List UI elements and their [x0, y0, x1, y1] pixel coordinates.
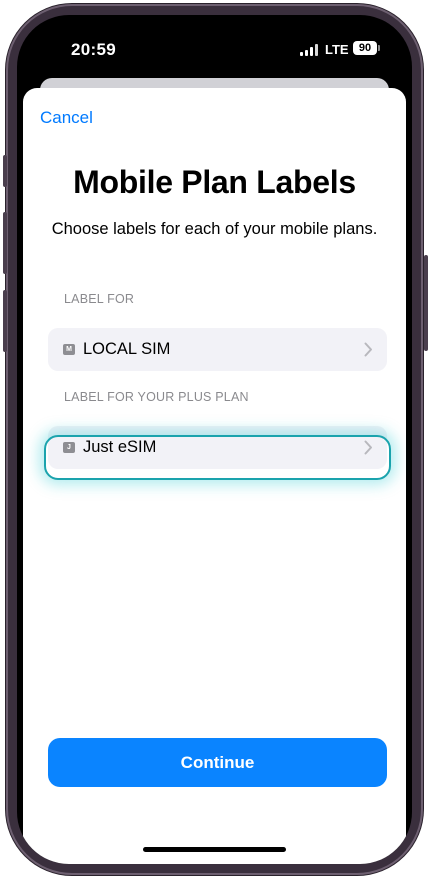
- home-indicator[interactable]: [143, 847, 286, 852]
- power-button: [424, 255, 428, 351]
- continue-button[interactable]: Continue: [48, 738, 387, 787]
- volume-up-button: [3, 212, 7, 274]
- page-subtitle: Choose labels for each of your mobile pl…: [51, 220, 378, 238]
- battery-tip: [378, 45, 380, 51]
- chevron-right-icon: [364, 342, 372, 357]
- cancel-button[interactable]: Cancel: [40, 108, 93, 128]
- plan-badge-icon: M: [63, 344, 75, 355]
- plan-row-just-esim[interactable]: J Just eSIM: [48, 426, 387, 469]
- chevron-right-icon: [364, 440, 372, 455]
- battery-icon: 90: [353, 41, 377, 55]
- network-type: LTE: [325, 42, 349, 57]
- action-button: [3, 155, 7, 187]
- battery-level: 90: [358, 42, 372, 54]
- plan-badge-icon: J: [63, 442, 75, 453]
- section-header-plus-plan: LABEL FOR YOUR PLUS PLAN: [64, 390, 249, 404]
- status-bar: 20:59 LTE 90: [17, 15, 412, 75]
- page-title: Mobile Plan Labels: [73, 164, 356, 200]
- volume-down-button: [3, 290, 7, 352]
- mobile-plan-labels-sheet: Cancel Mobile Plan Labels Choose labels …: [23, 88, 406, 864]
- screen: 20:59 LTE 90 Cancel Mobile Plan Labels C…: [17, 15, 412, 864]
- plan-row-local-sim[interactable]: M LOCAL SIM: [48, 328, 387, 371]
- plan-label: Just eSIM: [83, 438, 157, 456]
- section-header-label-for: LABEL FOR: [64, 292, 135, 306]
- status-time: 20:59: [71, 40, 116, 59]
- plan-label: LOCAL SIM: [83, 340, 171, 358]
- cellular-signal-icon: [300, 44, 318, 56]
